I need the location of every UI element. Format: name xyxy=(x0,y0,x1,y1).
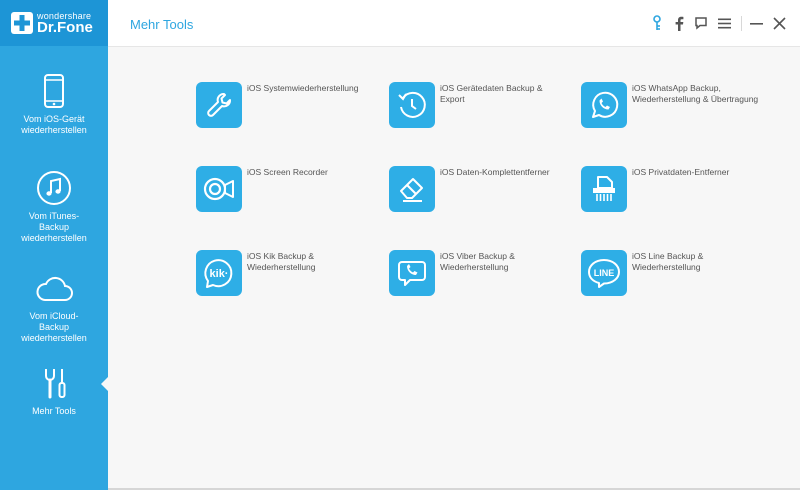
sidebar-item-label: Vom iOS-Gerät wiederherstellen xyxy=(21,114,87,135)
menu-icon[interactable] xyxy=(715,14,733,32)
tool-label: iOS Line Backup & Wiederherstellung xyxy=(632,251,704,272)
tool-ios-whatsapp[interactable]: iOS WhatsApp Backup, Wiederherstellung &… xyxy=(581,82,761,130)
tool-ios-viber[interactable]: iOS Viber Backup & Wiederherstellung xyxy=(389,250,569,298)
close-icon[interactable] xyxy=(770,14,788,32)
tools-icon xyxy=(45,369,66,399)
tool-ios-backup-export[interactable]: iOS Gerätedaten Backup & Export xyxy=(389,82,569,130)
wrench-icon xyxy=(196,82,242,128)
sidebar-item-icloud-backup[interactable]: Vom iCloud-Backup wiederherstellen xyxy=(0,276,108,344)
tool-label: iOS Screen Recorder xyxy=(247,167,328,177)
tool-ios-system-recovery[interactable]: iOS Systemwiederherstellung xyxy=(196,82,376,130)
sidebar-item-ios-device[interactable]: Vom iOS-Gerät wiederherstellen xyxy=(0,74,108,136)
tool-label: iOS Daten-Komplettentferner xyxy=(440,167,550,177)
sidebar-item-itunes-backup[interactable]: Vom iTunes-Backup wiederherstellen xyxy=(0,170,108,244)
viber-icon xyxy=(389,250,435,296)
tool-ios-private-data-eraser[interactable]: iOS Privatdaten-Entferner xyxy=(581,166,761,214)
tool-label: iOS Gerätedaten Backup & Export xyxy=(440,83,543,104)
tool-label: iOS Kik Backup & Wiederherstellung xyxy=(247,251,316,272)
eraser-icon xyxy=(389,166,435,212)
cloud-icon xyxy=(36,276,73,301)
sidebar-item-label: Mehr Tools xyxy=(32,406,76,416)
drfone-logo-icon xyxy=(11,12,33,34)
sidebar: wondershare Dr.Fone Vom iOS-Gerät wieder… xyxy=(0,0,108,490)
page-title: Mehr Tools xyxy=(130,17,194,32)
tool-ios-data-eraser[interactable]: iOS Daten-Komplettentferner xyxy=(389,166,569,214)
whatsapp-icon xyxy=(581,82,627,128)
music-icon xyxy=(37,171,71,205)
svg-text:LINE: LINE xyxy=(594,268,615,278)
tool-label: iOS Viber Backup & Wiederherstellung xyxy=(440,251,515,272)
sidebar-item-label: Vom iTunes-Backup wiederherstellen xyxy=(21,211,87,243)
kik-icon: kik· xyxy=(196,250,242,296)
line-icon: LINE xyxy=(581,250,627,296)
sidebar-item-label: Vom iCloud-Backup wiederherstellen xyxy=(21,311,87,343)
svg-text:kik·: kik· xyxy=(210,268,229,280)
key-icon[interactable] xyxy=(648,14,666,32)
tool-label: iOS Systemwiederherstellung xyxy=(247,83,359,93)
feedback-icon[interactable] xyxy=(692,14,710,32)
screen-recorder-icon xyxy=(196,166,242,212)
tool-label: iOS WhatsApp Backup, Wiederherstellung &… xyxy=(632,83,759,104)
tool-ios-screen-recorder[interactable]: iOS Screen Recorder xyxy=(196,166,376,214)
app-window: wondershare Dr.Fone Vom iOS-Gerät wieder… xyxy=(0,0,800,490)
tool-label: iOS Privatdaten-Entferner xyxy=(632,167,730,177)
minimize-icon[interactable] xyxy=(747,14,765,32)
sidebar-item-more-tools[interactable]: Mehr Tools xyxy=(0,366,108,417)
header-divider xyxy=(741,16,742,31)
shredder-icon xyxy=(581,166,627,212)
brand-name: Dr.Fone xyxy=(37,19,93,36)
active-indicator xyxy=(101,377,108,391)
app-logo: wondershare Dr.Fone xyxy=(0,0,108,46)
tool-ios-kik[interactable]: kik· iOS Kik Backup & Wiederherstellung xyxy=(196,250,376,298)
tool-ios-line[interactable]: LINE iOS Line Backup & Wiederherstellung xyxy=(581,250,761,298)
header: Mehr Tools xyxy=(108,0,800,47)
clock-icon xyxy=(389,82,435,128)
facebook-icon[interactable] xyxy=(670,14,688,32)
phone-icon xyxy=(44,74,64,108)
